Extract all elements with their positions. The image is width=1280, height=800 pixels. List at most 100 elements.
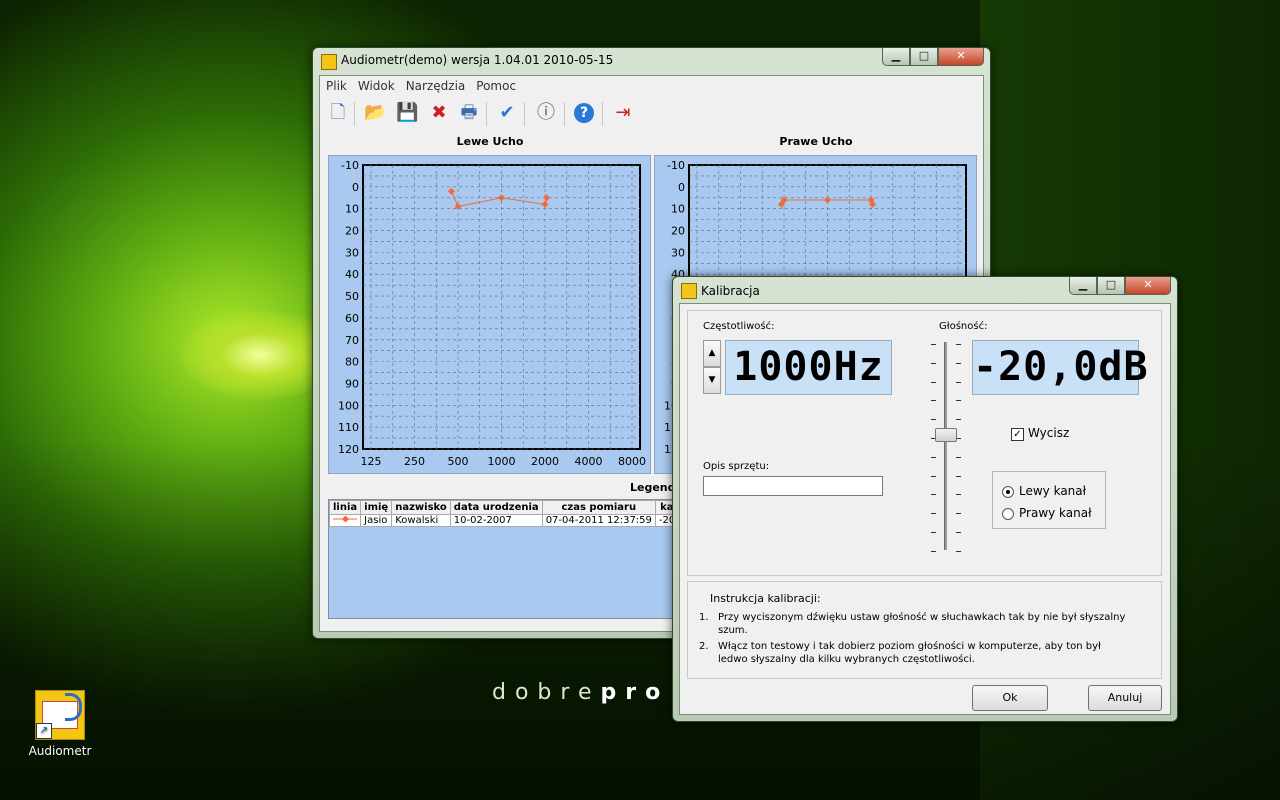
equipment-label: Opis sprzętu: — [703, 461, 770, 472]
frequency-label: Częstotliwość: — [703, 321, 775, 332]
dialog-titlebar[interactable]: Kalibracja ▁ □ ✕ — [673, 277, 1177, 303]
slider-tick — [931, 550, 936, 552]
slider-tick — [931, 475, 936, 477]
left-audiogram-svg: -10 0 10 20 30 40 50 60 70 80 90 100 110 120125 250 500… — [338, 159, 646, 468]
slider-tick — [956, 419, 961, 421]
close-button[interactable]: ✕ — [938, 48, 984, 66]
settings-group: Częstotliwość: ▲ ▼ 1000Hz Głośność: -20,… — [687, 310, 1162, 576]
y-tick-label: -10 — [667, 159, 685, 172]
slider-tick — [931, 344, 936, 345]
dialog-title: Kalibracja — [701, 284, 760, 298]
menu-widok[interactable]: Widok — [352, 76, 400, 93]
desktop-shortcut-audiometr[interactable]: ↗ Audiometr — [28, 690, 92, 758]
dialog-maximize-button[interactable]: □ — [1097, 277, 1125, 295]
dialog-minimize-button[interactable]: ▁ — [1069, 277, 1097, 295]
app-icon — [321, 54, 337, 70]
volume-display: -20,0dB — [972, 340, 1148, 395]
check-icon[interactable]: ✔ — [496, 102, 518, 124]
slider-tick — [931, 362, 936, 364]
right-chart-title: Prawe Ucho — [779, 135, 853, 148]
y-tick-label: 80 — [345, 356, 359, 369]
calibration-dialog: Kalibracja ▁ □ ✕ Częstotliwość: ▲ ▼ 1000… — [672, 276, 1178, 722]
table-row[interactable]: Jasio Kowalski 10-02-2007 07-04-2011 12:… — [329, 514, 686, 527]
menu-narzedzia[interactable]: Narzędzia — [400, 76, 471, 93]
slider-tick — [956, 494, 961, 496]
dialog-close-button[interactable]: ✕ — [1125, 277, 1171, 295]
instruction-number-1: 1. — [699, 612, 709, 623]
y-tick-label: 10 — [345, 203, 359, 216]
help-icon[interactable]: ? — [574, 103, 594, 123]
print-icon[interactable]: 🖶 — [458, 102, 480, 124]
col-data-urodzenia[interactable]: data urodzenia — [449, 500, 543, 515]
menu-pomoc[interactable]: Pomoc — [470, 76, 521, 93]
left-channel-label: Lewy kanał — [1019, 484, 1087, 498]
y-tick-label: 60 — [345, 312, 359, 325]
mute-checkbox[interactable]: ✓ — [1011, 428, 1024, 441]
equipment-input[interactable] — [703, 476, 883, 496]
frequency-up-button[interactable]: ▲ — [703, 340, 721, 367]
left-channel-radio[interactable] — [1002, 486, 1014, 498]
y-tick-label: 0 — [352, 181, 359, 194]
y-tick-label: -10 — [341, 159, 359, 172]
x-tick-label: 1000 — [488, 455, 516, 468]
col-linia[interactable]: linia — [329, 500, 362, 515]
col-imie[interactable]: imię — [360, 500, 393, 515]
slider-tick — [956, 381, 961, 383]
cell-nazwisko: Kowalski — [391, 514, 451, 527]
desktop-shortcut-label: Audiometr — [28, 744, 92, 758]
exit-icon[interactable]: ⇥ — [612, 102, 634, 124]
right-channel-radio[interactable] — [1002, 508, 1014, 520]
legend-line-sample — [329, 514, 362, 527]
volume-label: Głośność: — [939, 321, 988, 332]
slider-tick — [931, 532, 936, 533]
menubar: Plik Widok Narzędzia Pomoc — [320, 76, 983, 96]
delete-icon[interactable]: ✖ — [428, 102, 450, 124]
instructions-title: Instrukcja kalibracji: — [710, 592, 821, 605]
cell-data-urodzenia: 10-02-2007 — [449, 514, 543, 527]
y-tick-label: 20 — [671, 225, 685, 238]
open-icon[interactable]: 📂 — [364, 102, 386, 124]
slider-tick — [931, 381, 936, 383]
frequency-display: 1000Hz — [725, 340, 892, 395]
x-tick-label: 250 — [404, 455, 425, 468]
ok-button[interactable]: Ok — [972, 685, 1048, 711]
y-tick-label: 70 — [345, 334, 359, 347]
y-tick-label: 110 — [338, 421, 359, 434]
x-tick-label: 2000 — [531, 455, 559, 468]
cell-czas-pomiaru: 07-04-2011 12:37:59 — [541, 514, 656, 527]
slider-tick — [931, 513, 936, 515]
y-tick-label: 30 — [345, 246, 359, 259]
y-tick-label: 120 — [338, 443, 359, 456]
new-icon[interactable]: 🗋 — [327, 102, 349, 124]
save-icon[interactable]: 💾 — [396, 102, 418, 124]
x-tick-label: 4000 — [575, 455, 603, 468]
instructions-group: Instrukcja kalibracji: 1. Przy wyciszony… — [687, 581, 1162, 679]
maximize-button[interactable]: □ — [910, 48, 938, 66]
main-titlebar[interactable]: Audiometr(demo) wersja 1.04.01 2010-05-1… — [313, 48, 990, 74]
info-icon[interactable]: ⓘ — [535, 102, 557, 124]
y-tick-label: 0 — [678, 181, 685, 194]
legend-title: Legend — [630, 481, 676, 494]
slider-tick — [956, 513, 961, 515]
y-tick-label: 100 — [338, 399, 359, 412]
volume-slider-track — [944, 342, 947, 550]
app-icon — [681, 283, 697, 299]
y-tick-label: 20 — [345, 225, 359, 238]
left-chart-title: Lewe Ucho — [456, 135, 524, 148]
slider-tick — [931, 494, 936, 496]
y-tick-label: 90 — [345, 377, 359, 390]
instruction-text-1: Przy wyciszonym dźwięku ustaw głośność w… — [718, 612, 1126, 636]
minimize-button[interactable]: ▁ — [882, 48, 910, 66]
cancel-button[interactable]: Anuluj — [1088, 685, 1162, 711]
slider-tick — [956, 400, 961, 402]
menu-plik[interactable]: Plik — [320, 76, 352, 93]
toolbar: 🗋 📂 💾 ✖ 🖶 ✔ ⓘ ? ⇥ — [320, 98, 983, 130]
slider-tick — [931, 419, 936, 421]
frequency-down-button[interactable]: ▼ — [703, 367, 721, 394]
slider-tick — [956, 475, 961, 477]
slider-tick — [956, 344, 961, 345]
col-czas-pomiaru[interactable]: czas pomiaru — [541, 500, 656, 515]
volume-slider-thumb[interactable] — [935, 428, 957, 442]
x-tick-label: 500 — [448, 455, 469, 468]
col-nazwisko[interactable]: nazwisko — [391, 500, 451, 515]
